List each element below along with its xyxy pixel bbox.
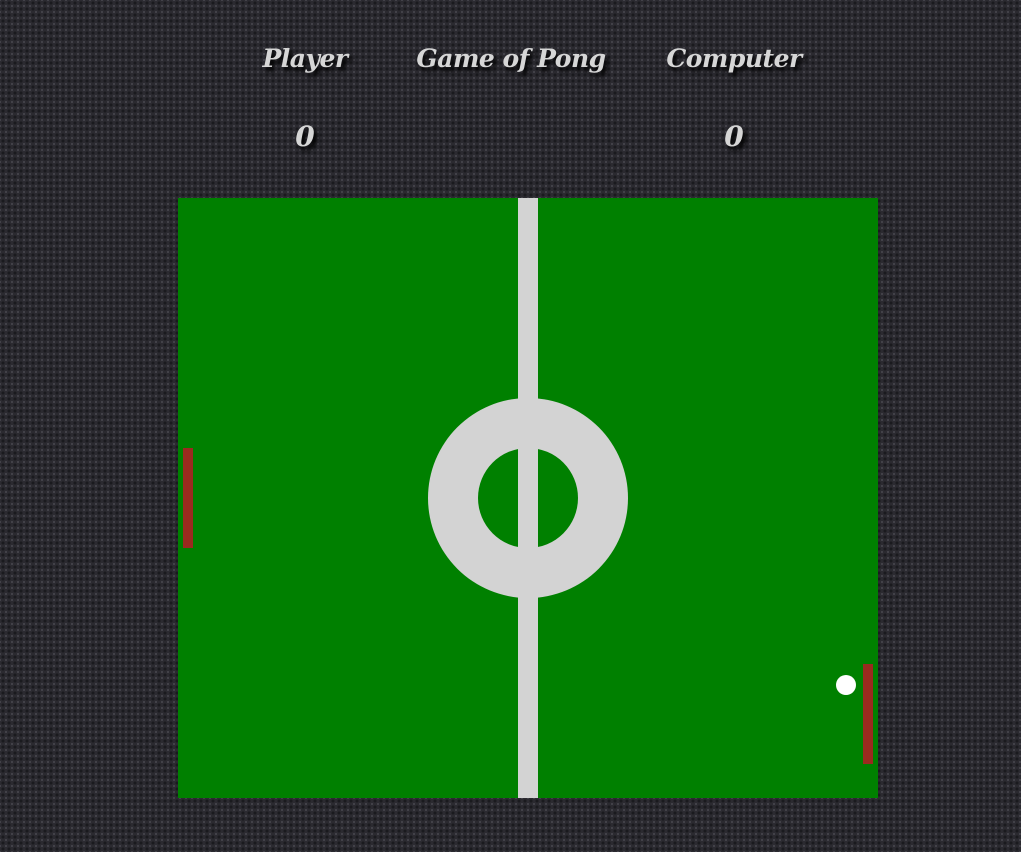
player-label: Player [262,44,348,73]
player-score: 0 [295,120,315,153]
player-paddle[interactable] [183,448,193,548]
game-court[interactable] [178,198,878,798]
ball [836,675,856,695]
computer-score: 0 [724,120,744,153]
computer-paddle [863,664,873,764]
game-title: Game of Pong [416,44,606,73]
computer-label: Computer [666,44,802,73]
center-line [518,198,538,798]
